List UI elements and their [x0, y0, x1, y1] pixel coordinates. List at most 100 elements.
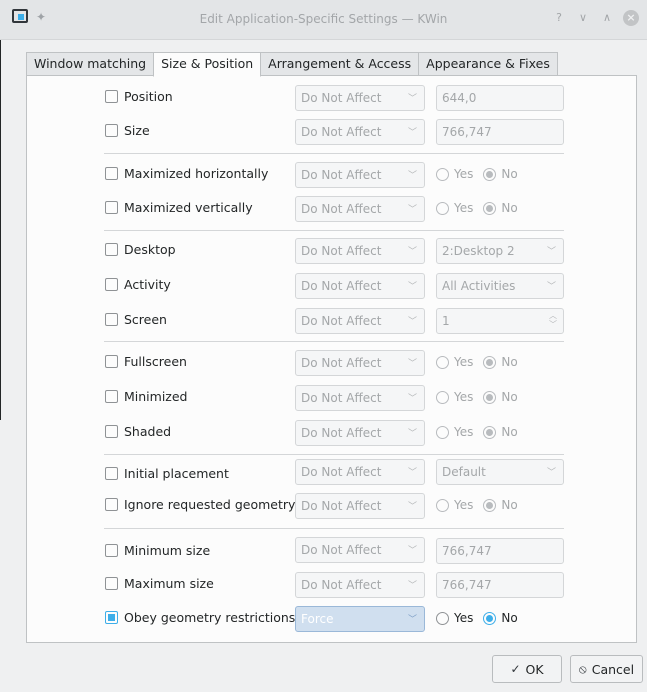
- checkbox-box[interactable]: [105, 167, 118, 180]
- no-radio[interactable]: [483, 355, 497, 369]
- no-radio[interactable]: [483, 201, 497, 215]
- yes-label: Yes: [454, 355, 474, 369]
- desktop-policy-select[interactable]: Do Not Affect ﹀: [295, 238, 425, 264]
- tab-size-position[interactable]: Size & Position: [153, 52, 262, 77]
- policy-value: Do Not Affect: [301, 125, 382, 139]
- tab-window-matching[interactable]: Window matching: [26, 52, 155, 76]
- maximum-size-checkbox[interactable]: Maximum size: [105, 576, 214, 591]
- minimum-size-input[interactable]: 766,747: [436, 538, 564, 564]
- cancel-button[interactable]: ⦸ Cancel: [570, 655, 643, 683]
- checkbox-box[interactable]: [105, 611, 118, 624]
- minimum-size-label: Minimum size: [124, 543, 211, 558]
- position-checkbox[interactable]: Position: [105, 89, 173, 104]
- initial-placement-checkbox[interactable]: Initial placement: [105, 466, 229, 481]
- size-value-input[interactable]: 766,747: [436, 119, 564, 145]
- separator: [104, 153, 564, 154]
- checkbox-box[interactable]: [105, 390, 118, 403]
- cancel-label: Cancel: [591, 661, 635, 677]
- maximum-size-policy-select[interactable]: Do Not Affect ﹀: [295, 572, 425, 598]
- maximized-vertically-checkbox[interactable]: Maximized vertically: [105, 200, 253, 215]
- size-checkbox[interactable]: Size: [105, 123, 150, 138]
- initial-placement-value-select[interactable]: Default ﹀: [436, 459, 564, 485]
- no-label: No: [501, 390, 518, 404]
- yes-radio[interactable]: [436, 167, 449, 181]
- screen-label: Screen: [124, 312, 167, 327]
- spin-arrows-icon[interactable]: ︿ ﹀: [549, 311, 557, 329]
- desktop-value-select[interactable]: 2:Desktop 2 ﹀: [436, 238, 564, 264]
- position-value-input[interactable]: 644,0: [436, 85, 564, 111]
- tab-appearance-fixes[interactable]: Appearance & Fixes: [418, 52, 558, 76]
- minimum-size-policy-select[interactable]: Do Not Affect ﹀: [295, 537, 425, 563]
- minimized-checkbox[interactable]: Minimized: [105, 389, 188, 404]
- yes-radio[interactable]: [436, 611, 449, 625]
- chevron-down-icon: ﹀: [407, 546, 417, 556]
- screen-spinbox[interactable]: 1 ︿ ﹀: [436, 308, 564, 334]
- minimized-policy-select[interactable]: Do Not Affect ﹀: [295, 385, 425, 411]
- help-icon[interactable]: ?: [551, 10, 567, 26]
- yes-radio[interactable]: [436, 355, 449, 369]
- maximized-horizontally-policy-select[interactable]: Do Not Affect ﹀: [295, 162, 425, 188]
- rule-row-desktop: Desktop Do Not Affect ﹀ 2:Desktop 2 ﹀: [27, 238, 636, 264]
- obey-geometry-label: Obey geometry restrictions: [124, 610, 296, 625]
- activity-checkbox[interactable]: Activity: [105, 277, 171, 292]
- ignore-geometry-policy-select[interactable]: Do Not Affect ﹀: [295, 493, 425, 519]
- obey-geometry-policy-select[interactable]: Force ﹀: [295, 606, 425, 632]
- close-icon[interactable]: ×: [623, 10, 639, 26]
- yes-radio[interactable]: [436, 498, 449, 512]
- fullscreen-checkbox[interactable]: Fullscreen: [105, 354, 187, 369]
- yes-radio[interactable]: [436, 425, 449, 439]
- minimum-size-checkbox[interactable]: Minimum size: [105, 543, 210, 558]
- maximum-size-input[interactable]: 766,747: [436, 572, 564, 598]
- activity-value-select[interactable]: All Activities ﹀: [436, 273, 564, 299]
- no-radio[interactable]: [483, 167, 497, 181]
- yes-radio[interactable]: [436, 390, 449, 404]
- yes-label: Yes: [454, 167, 474, 181]
- checkbox-box[interactable]: [105, 425, 118, 438]
- screen-policy-select[interactable]: Do Not Affect ﹀: [295, 308, 425, 334]
- no-radio[interactable]: [483, 611, 497, 625]
- ignore-geometry-checkbox[interactable]: Ignore requested geometry: [105, 497, 295, 512]
- checkbox-box[interactable]: [105, 355, 118, 368]
- chevron-down-icon: ﹀: [546, 282, 556, 292]
- checkbox-box[interactable]: [105, 498, 118, 511]
- no-radio[interactable]: [483, 498, 497, 512]
- position-policy-select[interactable]: Do Not Affect ﹀: [295, 85, 425, 111]
- maximized-horizontally-checkbox[interactable]: Maximized horizontally: [105, 166, 268, 181]
- minimize-icon[interactable]: ∨: [575, 10, 591, 26]
- checkbox-box[interactable]: [105, 201, 118, 214]
- obey-geometry-checkbox[interactable]: Obey geometry restrictions: [105, 610, 295, 625]
- checkbox-box[interactable]: [105, 124, 118, 137]
- desktop-checkbox[interactable]: Desktop: [105, 242, 176, 257]
- shaded-policy-select[interactable]: Do Not Affect ﹀: [295, 420, 425, 446]
- policy-value: Do Not Affect: [301, 356, 382, 370]
- size-label: Size: [124, 123, 150, 138]
- rule-row-initial-placement: Initial placement Do Not Affect ﹀ Default…: [27, 459, 636, 485]
- no-radio[interactable]: [483, 390, 497, 404]
- maximized-vertically-policy-select[interactable]: Do Not Affect ﹀: [295, 196, 425, 222]
- checkbox-box[interactable]: [105, 313, 118, 326]
- screen-checkbox[interactable]: Screen: [105, 312, 167, 327]
- shaded-checkbox[interactable]: Shaded: [105, 424, 171, 439]
- fullscreen-policy-select[interactable]: Do Not Affect ﹀: [295, 350, 425, 376]
- checkbox-box[interactable]: [105, 577, 118, 590]
- tab-arrangement-access[interactable]: Arrangement & Access: [260, 52, 420, 76]
- rule-row-position: Position Do Not Affect ﹀ 644,0: [27, 85, 636, 111]
- checkbox-box[interactable]: [105, 544, 118, 557]
- policy-value: Do Not Affect: [301, 202, 382, 216]
- position-label: Position: [124, 89, 173, 104]
- policy-value: Force: [301, 612, 334, 626]
- size-policy-select[interactable]: Do Not Affect ﹀: [295, 119, 425, 145]
- initial-placement-policy-select[interactable]: Do Not Affect ﹀: [295, 459, 425, 485]
- yes-radio[interactable]: [436, 201, 449, 215]
- checkbox-box[interactable]: [105, 278, 118, 291]
- no-radio[interactable]: [483, 425, 497, 439]
- policy-value: Do Not Affect: [301, 91, 382, 105]
- chevron-down-icon: ﹀: [407, 502, 417, 512]
- activity-policy-select[interactable]: Do Not Affect ﹀: [295, 273, 425, 299]
- ok-button[interactable]: ✓ OK: [492, 655, 562, 683]
- checkbox-box[interactable]: [105, 243, 118, 256]
- checkbox-box[interactable]: [105, 90, 118, 103]
- policy-value: Do Not Affect: [301, 279, 382, 293]
- maximize-icon[interactable]: ∧: [599, 10, 615, 26]
- checkbox-box[interactable]: [105, 467, 118, 480]
